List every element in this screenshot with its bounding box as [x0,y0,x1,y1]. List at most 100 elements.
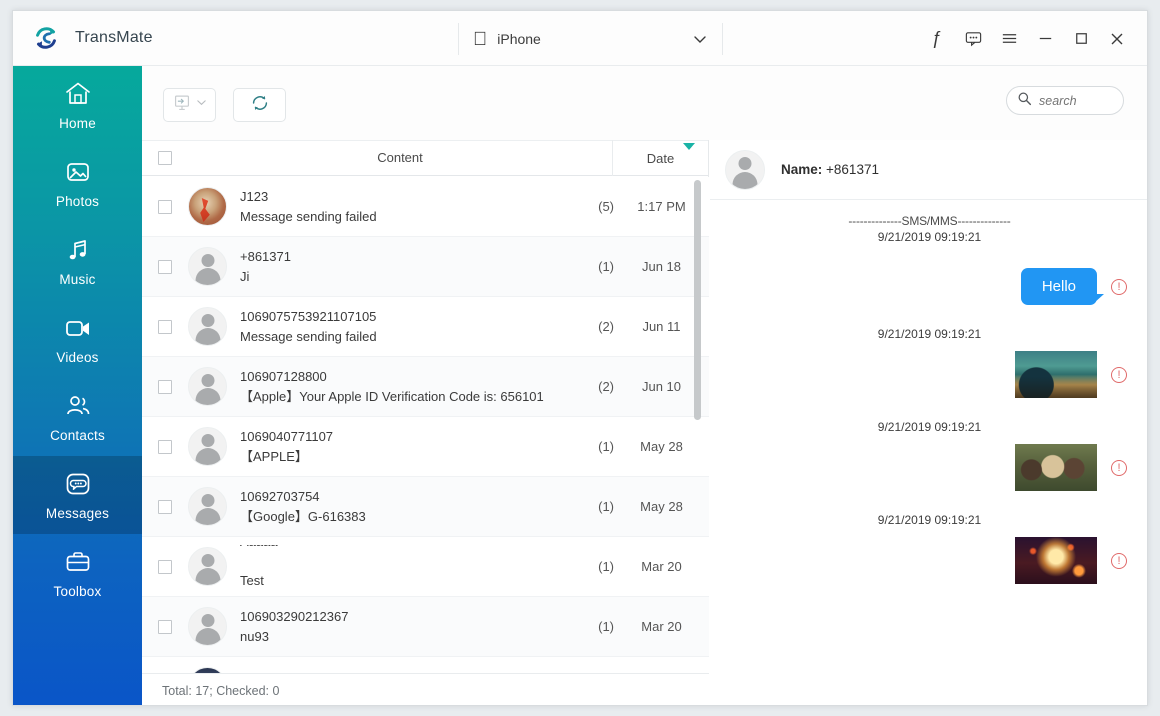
table-row[interactable]: 10692703754 【Google】G-616383 (1) May 28 [142,477,709,537]
row-preview: Ji [240,269,250,284]
row-preview: Message sending failed [240,329,377,344]
row-count: (2) [598,379,614,394]
column-header-date-label: Date [646,150,675,166]
conversation-detail-pane: Name: +861371 --------------SMS/MMS-----… [710,140,1147,705]
row-checkbox[interactable] [142,319,188,334]
message-timestamp: 9/21/2019 09:19:21 [877,513,982,527]
row-preview: nu93 [240,629,269,644]
sidebar-item-label: Messages [45,506,110,521]
facebook-f-icon[interactable]: ƒ [919,21,955,57]
conversation-list-pane: Content Date J123 Message sending failed… [142,140,709,705]
sidebar-item-photos[interactable]: Photos [13,144,142,222]
message-image-attachment[interactable] [1015,537,1097,584]
list-scrollbar[interactable] [694,180,701,690]
export-button[interactable] [163,88,216,122]
content-toolbar [142,66,1147,140]
row-title: 10692703754 [240,489,320,504]
sidebar-item-home[interactable]: Home [13,66,142,144]
message-row: ! [710,444,1147,491]
minimize-icon[interactable] [1027,21,1063,57]
table-row[interactable]: 1069075753921107105 Message sending fail… [142,297,709,357]
contact-name-value: +861371 [826,162,879,177]
scrollbar-thumb[interactable] [694,180,701,420]
table-row[interactable]: 106907128800 【Apple】Your Apple ID Verifi… [142,357,709,417]
column-header-content[interactable]: Content [188,140,613,176]
table-row[interactable]: Aaaaa Test (1) Mar 20 [142,537,709,597]
search-box[interactable] [1006,86,1124,115]
row-preview: Message sending failed [240,209,377,224]
close-x-icon[interactable] [1099,21,1135,57]
search-input[interactable] [1039,93,1113,108]
table-row[interactable]: +861371 Ji (1) Jun 18 [142,237,709,297]
row-checkbox[interactable] [142,619,188,634]
sidebar: Home Photos Music Videos Contacts Messag… [13,66,142,705]
table-row[interactable]: 106903290212367 nu93 (1) Mar 20 [142,597,709,657]
status-text: Total: 17; Checked: 0 [162,683,280,698]
chevron-down-icon[interactable] [195,96,208,114]
avatar [188,247,227,286]
conversation-rows: J123 Message sending failed (5) 1:17 PM … [142,177,709,690]
app-title: TransMate [75,29,153,46]
row-title: 1069075753921107105 [240,309,377,324]
message-image-attachment[interactable] [1015,444,1097,491]
warning-exclamation-icon[interactable]: ! [1111,366,1127,383]
row-title: 106903290212367 [240,609,349,624]
video-camera-icon [63,313,93,343]
row-count: (2) [598,319,614,334]
warning-exclamation-icon[interactable]: ! [1111,278,1127,295]
message-row: ! [710,537,1147,584]
thread-separator-timestamp: 9/21/2019 09:19:21 [877,230,982,244]
row-checkbox[interactable] [142,559,188,574]
sidebar-item-videos[interactable]: Videos [13,300,142,378]
table-row[interactable]: J123 Message sending failed (5) 1:17 PM [142,177,709,237]
sidebar-item-toolbox[interactable]: Toolbox [13,534,142,612]
avatar [188,547,227,586]
status-bar: Total: 17; Checked: 0 [142,673,709,705]
refresh-sync-icon [249,92,271,119]
row-checkbox[interactable] [142,439,188,454]
sidebar-item-contacts[interactable]: Contacts [13,378,142,456]
contact-name-label: Name: [781,162,823,177]
row-count: (1) [598,259,614,274]
column-header-date[interactable]: Date [613,142,708,166]
chevron-down-icon[interactable] [692,31,708,47]
message-timestamp: 9/21/2019 09:19:21 [877,420,982,434]
message-group: 9/21/2019 09:19:21 ! [710,327,1147,398]
message-thread: --------------SMS/MMS-------------- 9/21… [710,200,1147,705]
table-row[interactable]: 1069040771107 【APPLE】 (1) May 28 [142,417,709,477]
sidebar-item-music[interactable]: Music [13,222,142,300]
sort-descending-caret-icon[interactable] [683,142,695,150]
music-note-icon [63,235,93,265]
row-preview: 【Apple】Your Apple ID Verification Code i… [240,389,544,404]
brand: TransMate [13,23,303,53]
main-area: Content Date J123 Message sending failed… [142,66,1147,705]
row-checkbox[interactable] [142,259,188,274]
maximize-icon[interactable] [1063,21,1099,57]
row-checkbox[interactable] [142,499,188,514]
row-title: +861371 [240,249,291,264]
warning-exclamation-icon[interactable]: ! [1111,552,1127,569]
select-all-checkbox[interactable] [142,151,188,165]
row-title: J123 [240,189,269,204]
message-bubble-icon [63,469,93,499]
row-checkbox[interactable] [142,199,188,214]
sidebar-item-messages[interactable]: Messages [13,456,142,534]
warning-exclamation-icon[interactable]: ! [1111,459,1127,476]
refresh-button[interactable] [233,88,286,122]
row-count: (5) [598,199,614,214]
hamburger-menu-icon[interactable] [991,21,1027,57]
avatar [188,367,227,406]
avatar [188,307,227,346]
message-row: ! [710,351,1147,398]
message-image-attachment[interactable] [1015,351,1097,398]
row-checkbox[interactable] [142,379,188,394]
home-icon [63,79,93,109]
avatar [188,607,227,646]
window-controls: ƒ [919,11,1135,66]
sidebar-item-label: Photos [55,194,100,209]
speech-bubble-icon[interactable] [955,21,991,57]
message-bubble[interactable]: Hello [1020,268,1105,305]
device-selector[interactable]:  iPhone [458,23,723,55]
sidebar-item-label: Toolbox [53,584,102,599]
row-title: Aaaaa [240,545,568,550]
